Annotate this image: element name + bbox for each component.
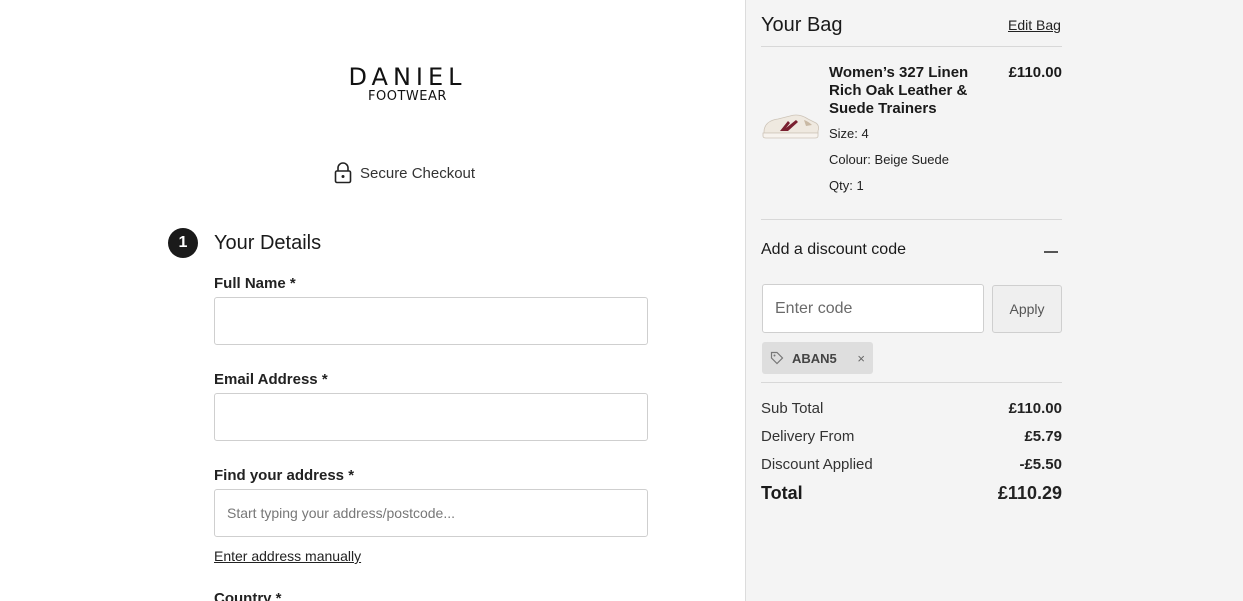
country-label: Country * [214,590,282,601]
logo-sub: FOOTWEAR [368,89,447,104]
divider [761,382,1062,383]
close-icon[interactable]: × [857,351,865,366]
details-panel: DANIEL FOOTWEAR Secure Checkout 1 Your D… [0,0,745,601]
product-qty: Qty: 1 [829,178,864,193]
secure-checkout-label: Secure Checkout [360,164,476,182]
subtotal-row: Sub Total £110.00 [761,400,1062,417]
secure-checkout: Secure Checkout [334,162,475,184]
lock-icon [334,162,352,184]
total-row: Total £110.29 [761,483,1062,504]
discount-toggle[interactable]: Add a discount code [761,241,906,259]
product-colour: Colour: Beige Suede [829,152,949,167]
applied-code-tag: ABAN5 × [762,342,873,374]
product-name[interactable]: Women’s 327 Linen Rich Oak Leather & Sue… [829,64,989,118]
discount-code-input[interactable] [762,284,984,333]
brand-logo[interactable]: DANIEL FOOTWEAR [300,64,515,104]
divider [761,46,1062,47]
tag-icon [770,351,784,365]
total-value: £110.29 [997,483,1062,503]
applied-code: ABAN5 [792,350,837,366]
delivery-label: Delivery From [761,428,855,445]
full-name-input[interactable] [214,297,648,345]
bag-title: Your Bag [761,14,843,36]
bag-panel: Your Bag Edit Bag Women’s 327 Linen Rich… [745,0,1243,601]
email-input[interactable] [214,393,648,441]
subtotal-label: Sub Total [761,400,824,417]
apply-button[interactable]: Apply [992,285,1062,333]
enter-address-manually-link[interactable]: Enter address manually [214,548,361,564]
address-label: Find your address * [214,467,355,484]
step-title: Your Details [214,231,322,254]
discount-label: Discount Applied [761,456,873,473]
product-image[interactable] [760,96,822,148]
subtotal-value: £110.00 [1008,400,1062,417]
email-label: Email Address * [214,371,328,388]
divider [761,219,1062,220]
discount-row: Discount Applied -£5.50 [761,456,1062,473]
full-name-label: Full Name * [214,275,296,292]
step-your-details: 1 Your Details [168,228,321,258]
logo-brand: DANIEL [348,63,467,91]
edit-bag-link[interactable]: Edit Bag [1008,17,1061,33]
delivery-value: £5.79 [1024,428,1062,445]
delivery-row: Delivery From £5.79 [761,428,1062,445]
total-label: Total [761,483,803,503]
address-search-input[interactable] [214,489,648,537]
step-number: 1 [168,228,198,258]
product-size: Size: 4 [829,126,869,141]
minus-icon[interactable] [1044,251,1058,253]
discount-value: -£5.50 [1019,456,1062,473]
product-price: £110.00 [1008,64,1062,81]
